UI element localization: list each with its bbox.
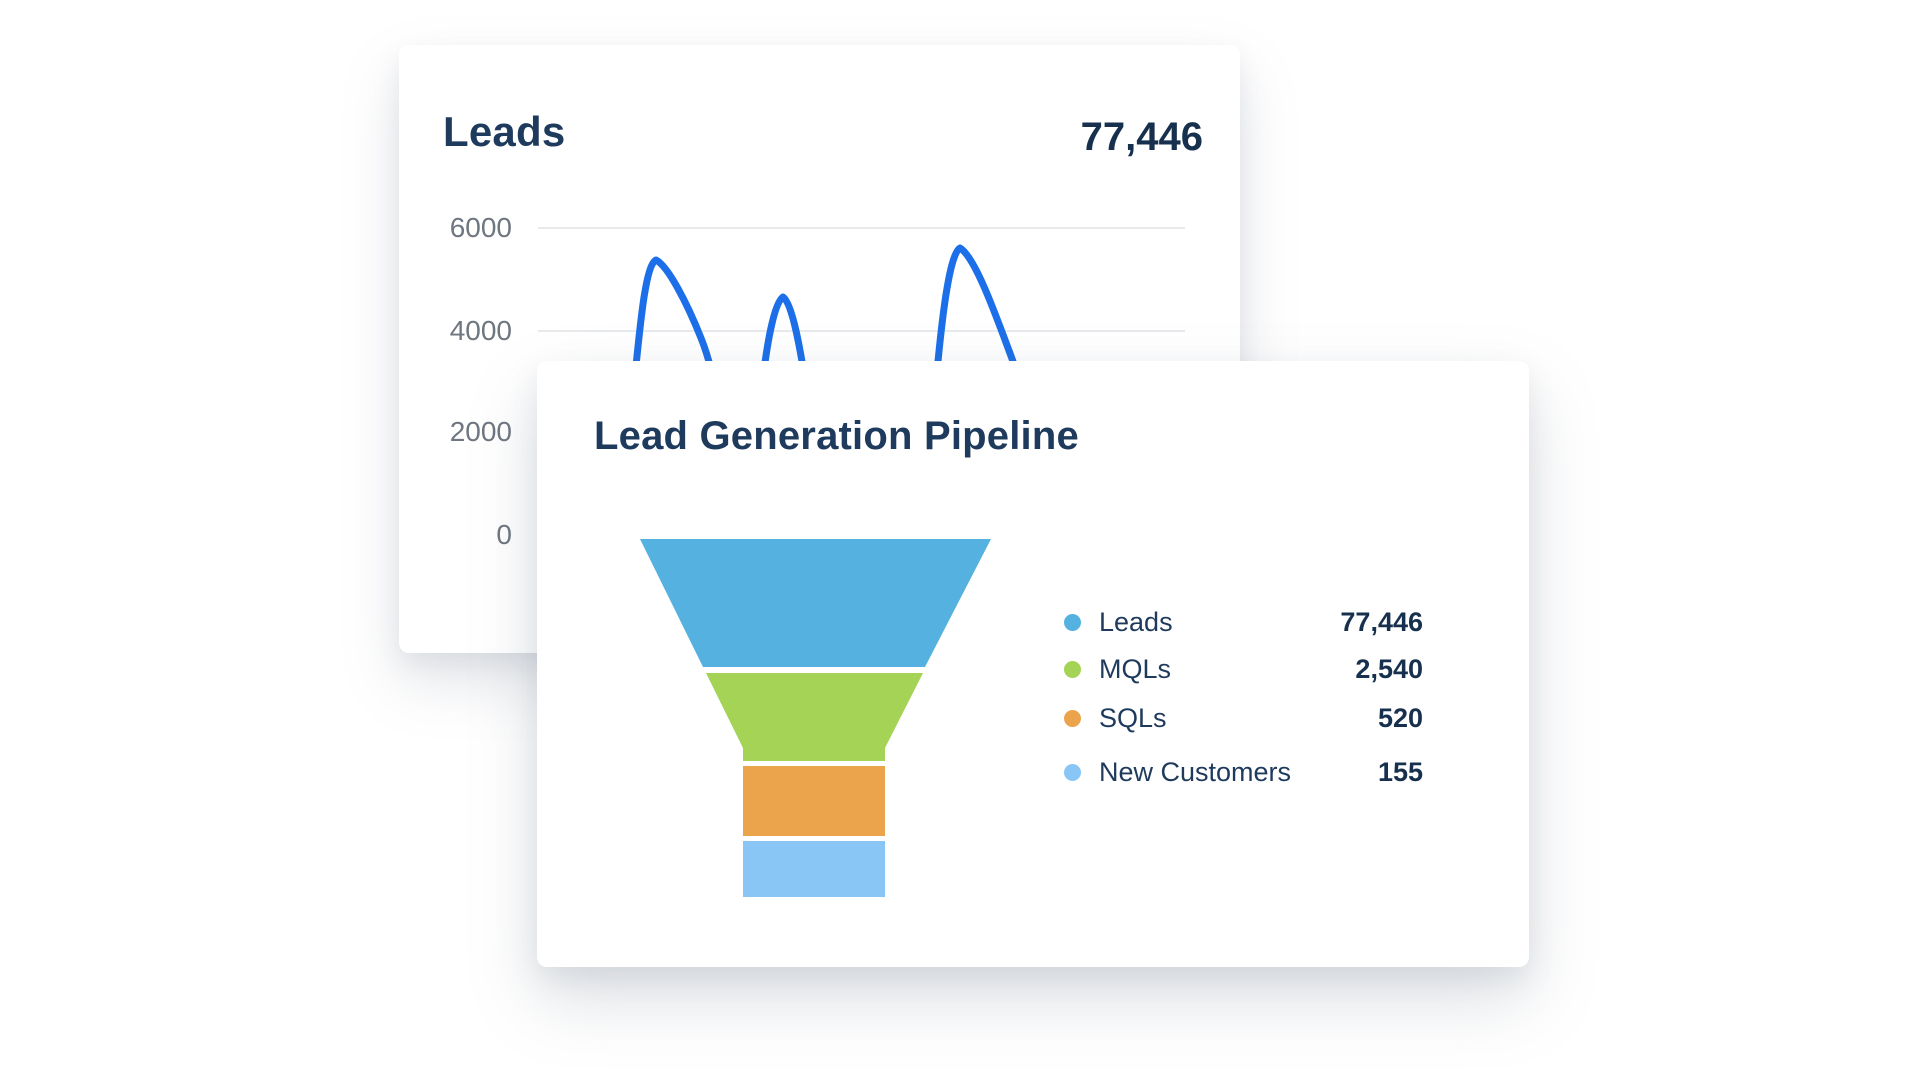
- legend-dot-mqls-icon: [1064, 660, 1081, 678]
- legend-item-sqls[interactable]: SQLs 520: [1064, 701, 1423, 735]
- legend-label: Leads: [1099, 606, 1173, 637]
- legend-dot-leads-icon: [1064, 613, 1081, 631]
- legend-item-leads[interactable]: Leads 77,446: [1064, 605, 1423, 639]
- legend-value: 520: [1377, 702, 1423, 733]
- funnel-segment-leads: [640, 539, 991, 667]
- funnel-segment-new-customers: [743, 841, 885, 897]
- legend-dot-sqls-icon: [1064, 709, 1081, 727]
- funnel-segment-sqls: [743, 766, 885, 836]
- funnel-legend: Leads 77,446 MQLs 2,540 SQLs 520 New Cus…: [1064, 361, 1423, 967]
- legend-value: 77,446: [1340, 606, 1423, 637]
- funnel-segment-mqls: [706, 673, 923, 761]
- legend-value: 2,540: [1355, 653, 1423, 684]
- page-background: Leads 77,446 6000 4000 2000 0 Lead Gener…: [0, 0, 1920, 1080]
- legend-item-new-customers[interactable]: New Customers 155: [1064, 755, 1423, 789]
- legend-label: MQLs: [1099, 653, 1172, 684]
- legend-value: 155: [1377, 756, 1423, 787]
- pipeline-card: Lead Generation Pipeline Leads 77,446 MQ…: [537, 361, 1529, 967]
- legend-label: SQLs: [1099, 702, 1167, 733]
- legend-dot-new-customers-icon: [1064, 763, 1081, 781]
- legend-item-mqls[interactable]: MQLs 2,540: [1064, 652, 1423, 686]
- legend-label: New Customers: [1099, 756, 1292, 787]
